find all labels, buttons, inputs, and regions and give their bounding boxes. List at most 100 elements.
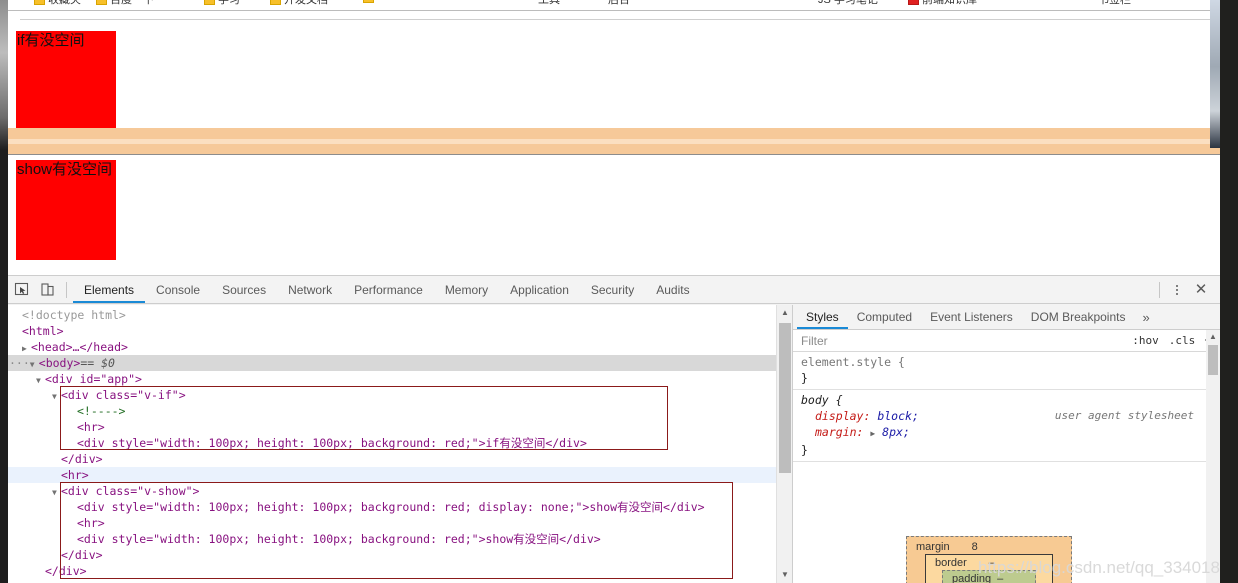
bookmark-item[interactable]: node xyxy=(1018,0,1042,3)
css-prop-value[interactable]: 8px; xyxy=(882,425,910,439)
dom-line-div-show-style[interactable]: <div style="width: 100px; height: 100px;… xyxy=(8,531,776,547)
dom-line-comment[interactable]: <!----> xyxy=(8,403,776,419)
div-close-tag: </div> xyxy=(45,564,87,578)
close-icon[interactable]: ✕ xyxy=(1188,282,1214,297)
styles-tabbar[interactable]: Styles Computed Event Listeners DOM Brea… xyxy=(793,305,1220,330)
tab-dom-breakpoints[interactable]: DOM Breakpoints xyxy=(1022,305,1135,329)
box-model-margin-header: margin 8 xyxy=(907,539,1071,554)
cls-toggle[interactable]: .cls xyxy=(1164,334,1201,347)
hr-tag: <hr> xyxy=(77,420,105,434)
inspect-element-icon[interactable] xyxy=(8,277,34,303)
dom-line-div-app-close[interactable]: </div> xyxy=(8,563,776,579)
dom-line-div-app[interactable]: ▼ <div id="app"> xyxy=(8,371,776,387)
tab-performance[interactable]: Performance xyxy=(343,276,434,303)
scroll-up-icon[interactable]: ▲ xyxy=(777,305,792,321)
bookmark-item[interactable]: 书签栏 xyxy=(1098,0,1131,7)
dom-line-body[interactable]: ···▼ <body>== $0 xyxy=(8,355,776,371)
dom-line-hr-2[interactable]: <hr> xyxy=(8,515,776,531)
tab-application[interactable]: Application xyxy=(499,276,580,303)
bookmark-item[interactable]: 工具 xyxy=(538,0,560,7)
hov-toggle[interactable]: :hov xyxy=(1127,334,1164,347)
margin-top-value[interactable]: 8 xyxy=(972,541,978,553)
bookmark-item[interactable]: Element-UI xyxy=(363,0,432,3)
dom-line-div-vif[interactable]: ▼ <div class="v-if"> xyxy=(8,387,776,403)
scrollbar-thumb[interactable] xyxy=(779,323,791,473)
dom-tree[interactable]: <!doctype html> <html> ▶ <head>…</head> ·… xyxy=(8,305,776,583)
dom-line-div-show-none[interactable]: <div style="width: 100px; height: 100px;… xyxy=(8,499,776,515)
page-viewport: if有没空间 show有没空间 xyxy=(8,21,1220,275)
bookmark-item[interactable]: JS 学习笔记 xyxy=(818,0,878,7)
tab-event-listeners[interactable]: Event Listeners xyxy=(921,305,1022,329)
bookmark-item[interactable]: 收藏夹 xyxy=(34,0,81,7)
toolbar-right-actions: ✕ xyxy=(1153,281,1220,298)
overflow-dots-icon[interactable]: ··· xyxy=(9,356,30,370)
hr-selected-tag: <hr> xyxy=(61,468,89,482)
tab-audits[interactable]: Audits xyxy=(645,276,700,303)
styles-filter-bar[interactable]: Filter :hov .cls + xyxy=(793,330,1220,352)
css-declaration-margin[interactable]: margin: ▶ 8px; xyxy=(801,424,1212,442)
filter-input[interactable]: Filter xyxy=(793,334,1127,348)
v-show-box-text: show有没空间 xyxy=(17,161,113,178)
dom-line-div-vshow[interactable]: ▼ <div class="v-show"> xyxy=(8,483,776,499)
tab-network[interactable]: Network xyxy=(277,276,343,303)
html-tag: <html> xyxy=(22,324,64,338)
hr-line xyxy=(8,154,1220,155)
red-icon xyxy=(908,0,919,5)
dom-line-head[interactable]: ▶ <head>…</head> xyxy=(8,339,776,355)
tab-sources[interactable]: Sources xyxy=(211,276,277,303)
bookmark-item[interactable]: 前端知识库 xyxy=(908,0,977,7)
bookmark-label: 百度一下 xyxy=(110,0,154,6)
bookmark-label: Element-UI xyxy=(377,0,432,3)
bookmark-item[interactable]: 学习 xyxy=(204,0,240,7)
dom-line-doctype[interactable]: <!doctype html> xyxy=(8,307,776,323)
div-app-tag: <div id="app"> xyxy=(45,372,142,386)
tab-styles[interactable]: Styles xyxy=(797,305,848,329)
dom-line-div-vif-close[interactable]: </div> xyxy=(8,451,776,467)
dom-line-div-vshow-close[interactable]: </div> xyxy=(8,547,776,563)
css-close-brace: } xyxy=(801,371,808,385)
expand-triangle-icon[interactable]: ▶ xyxy=(870,429,875,438)
v-show-red-box: show有没空间 xyxy=(16,160,116,260)
bookmark-item[interactable]: 开发文档 xyxy=(270,0,328,7)
dom-tree-scrollbar[interactable]: ▲ ▼ xyxy=(776,305,792,583)
css-rule-element-style[interactable]: element.style { } xyxy=(793,352,1220,390)
page-top-rule xyxy=(20,19,1210,20)
devtools-toolbar[interactable]: Elements Console Sources Network Perform… xyxy=(8,276,1220,304)
tab-console[interactable]: Console xyxy=(145,276,211,303)
dom-line-div-if-style[interactable]: <div style="width: 100px; height: 100px;… xyxy=(8,435,776,451)
desktop-edge-left-gradient xyxy=(0,0,8,150)
css-prop-name: margin: xyxy=(815,425,864,439)
bookmark-label: JS 学习笔记 xyxy=(818,0,878,6)
more-tabs-icon[interactable]: » xyxy=(1134,310,1157,325)
scroll-down-icon[interactable]: ▼ xyxy=(777,567,792,583)
dom-tree-pane[interactable]: <!doctype html> <html> ▶ <head>…</head> ·… xyxy=(8,305,792,583)
bookmarks-bar[interactable]: 收藏夹 百度一下 学习 开发文档 Element-UI vue 工具 后台 JS… xyxy=(8,0,1220,10)
browser-window: 收藏夹 百度一下 学习 开发文档 Element-UI vue 工具 后台 JS… xyxy=(8,0,1220,583)
dom-line-hr-selected[interactable]: <hr> xyxy=(8,467,776,483)
kebab-menu-icon[interactable] xyxy=(1166,284,1188,295)
css-prop-value[interactable]: block; xyxy=(877,409,919,423)
folder-icon xyxy=(34,0,45,5)
scroll-up-icon[interactable]: ▲ xyxy=(1206,330,1220,344)
tab-security[interactable]: Security xyxy=(580,276,645,303)
bookmark-item[interactable]: 百度一下 xyxy=(96,0,154,7)
css-rule-body[interactable]: body { user agent stylesheet display: bl… xyxy=(793,390,1220,462)
head-tag: <head>…</head> xyxy=(31,340,128,354)
tab-memory[interactable]: Memory xyxy=(434,276,499,303)
dom-line-hr-1[interactable]: <hr> xyxy=(8,419,776,435)
scrollbar-thumb[interactable] xyxy=(1208,345,1218,375)
bookmark-item[interactable]: vue xyxy=(474,0,492,3)
styles-pane[interactable]: Styles Computed Event Listeners DOM Brea… xyxy=(793,305,1220,583)
folder-icon xyxy=(270,0,281,5)
device-toolbar-icon[interactable] xyxy=(34,277,60,303)
bookmark-label: 前端知识库 xyxy=(922,0,977,6)
div-show-hidden-tag: <div style="width: 100px; height: 100px;… xyxy=(77,500,705,514)
bookmark-item[interactable]: 后台 xyxy=(608,0,630,7)
bookmark-label: 收藏夹 xyxy=(48,0,81,6)
tab-computed[interactable]: Computed xyxy=(848,305,921,329)
styles-scrollbar[interactable]: ▲ xyxy=(1206,330,1220,583)
css-selector: element.style { xyxy=(801,355,905,369)
tab-elements[interactable]: Elements xyxy=(73,276,146,303)
dom-line-html[interactable]: <html> xyxy=(8,323,776,339)
div-vshow-tag: <div class="v-show"> xyxy=(61,484,200,498)
